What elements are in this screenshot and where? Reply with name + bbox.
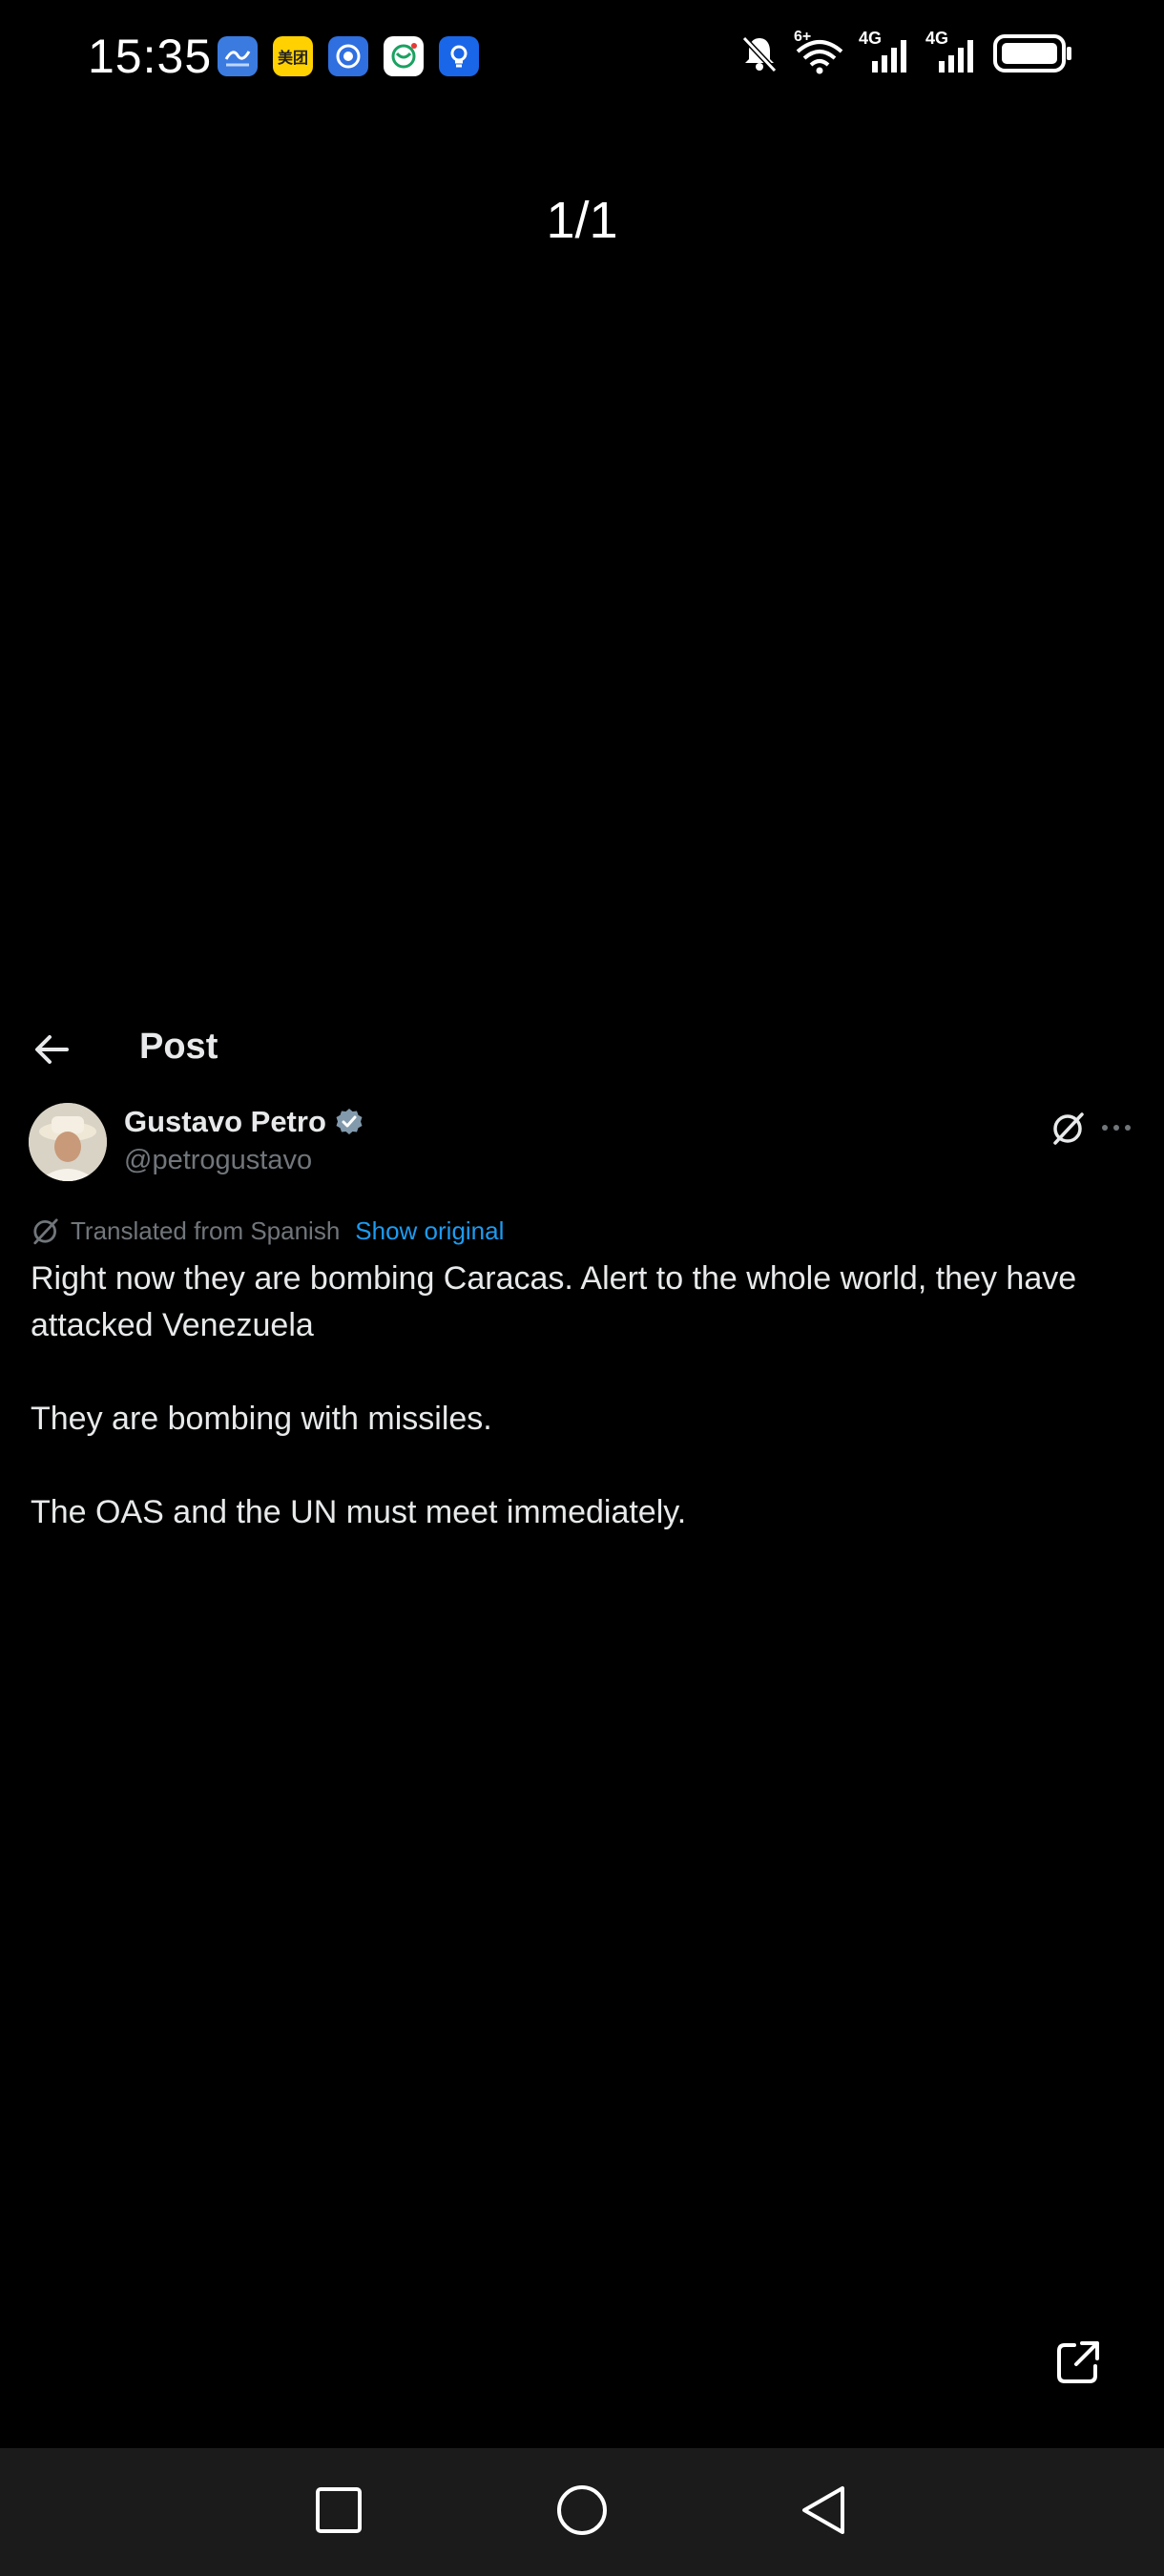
signal-sim1-icon: 4G — [859, 29, 912, 74]
post-header: Post — [0, 1011, 1164, 1088]
image-counter: 1/1 — [546, 192, 618, 249]
recents-button[interactable] — [305, 2477, 372, 2544]
screen: 15:35 美团 6+ 4G 4G 1/1 Post Gustavo Petro… — [0, 0, 1164, 2576]
meituan-app-icon: 美团 — [273, 36, 313, 76]
author-handle[interactable]: @petrogustavo — [124, 1145, 312, 1176]
post-body: Right now they are bombing Caracas. Aler… — [31, 1256, 1137, 1583]
wifi-icon: 6+ — [794, 29, 845, 74]
grok-button[interactable] — [1050, 1109, 1088, 1147]
wifi-label: 6+ — [794, 29, 812, 45]
post-paragraph: Right now they are bombing Caracas. Aler… — [31, 1260, 1077, 1343]
author-name-text: Gustavo Petro — [124, 1105, 326, 1138]
system-icons: 6+ 4G 4G — [738, 29, 1074, 74]
bell-muted-icon — [741, 35, 778, 73]
author-name[interactable]: Gustavo Petro — [124, 1105, 364, 1139]
navigation-bar — [0, 2448, 1164, 2576]
arrow-left-icon — [35, 1035, 69, 1064]
verified-badge-icon — [336, 1109, 363, 1134]
avatar[interactable] — [29, 1103, 107, 1181]
weather-app-icon — [218, 36, 258, 76]
translation-row: Translated from Spanish Show original — [31, 1215, 504, 1246]
status-bar: 15:35 美团 6+ 4G 4G — [0, 0, 1164, 114]
more-options-button[interactable] — [1097, 1109, 1135, 1147]
circle-icon — [557, 2485, 607, 2535]
page-title: Post — [139, 1027, 218, 1067]
more-horizontal-icon — [1102, 1125, 1131, 1131]
grok-translate-icon — [33, 1218, 58, 1245]
triangle-back-icon — [802, 2486, 844, 2534]
bulb-app-icon — [439, 36, 479, 76]
china-mobile-app-icon — [384, 36, 424, 76]
status-time: 15:35 — [88, 30, 213, 83]
share-button[interactable] — [1053, 2337, 1103, 2387]
translated-from-label: Translated from Spanish — [71, 1215, 341, 1245]
notification-app-icons: 美团 — [218, 36, 479, 76]
meituan-label: 美团 — [277, 51, 308, 67]
grok-icon — [1053, 1112, 1084, 1145]
square-icon — [316, 2487, 362, 2533]
post-paragraph: The OAS and the UN must meet immediately… — [31, 1494, 687, 1530]
author-row: Gustavo Petro @petrogustavo — [29, 1103, 1135, 1189]
home-button[interactable] — [549, 2477, 615, 2544]
blue-app-icon — [328, 36, 368, 76]
back-button[interactable] — [29, 1027, 74, 1072]
battery-icon — [993, 34, 1071, 73]
back-nav-button[interactable] — [790, 2477, 857, 2544]
signal-sim2-icon: 4G — [925, 29, 979, 74]
show-original-link[interactable]: Show original — [355, 1216, 504, 1246]
share-icon — [1057, 2341, 1099, 2383]
post-paragraph: They are bombing with missiles. — [31, 1401, 492, 1437]
